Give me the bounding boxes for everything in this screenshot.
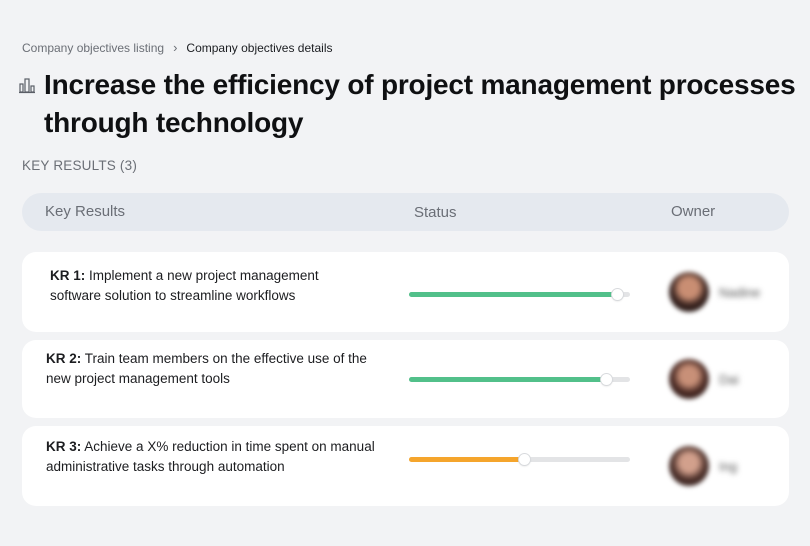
- breadcrumb: Company objectives listing › Company obj…: [22, 40, 333, 55]
- title-block: Increase the efficiency of project manag…: [18, 66, 798, 142]
- key-result-code: KR 1:: [50, 268, 86, 283]
- key-result-row[interactable]: KR 1: Implement a new project management…: [22, 252, 789, 332]
- key-result-description: KR 2: Train team members on the effectiv…: [46, 349, 376, 389]
- owner-name: Nadine: [719, 284, 761, 300]
- owner[interactable]: Dai: [669, 359, 739, 399]
- progress-bar: [409, 289, 630, 300]
- progress-bar: [409, 454, 630, 465]
- progress-fill: [409, 292, 617, 297]
- key-result-text: Implement a new project management softw…: [50, 268, 319, 303]
- column-header-owner: Owner: [671, 203, 716, 220]
- avatar: [669, 272, 709, 312]
- breadcrumb-current: Company objectives details: [186, 40, 333, 55]
- key-results-count-label: KEY RESULTS (3): [22, 158, 138, 173]
- column-header-key-results: Key Results: [45, 203, 126, 220]
- owner[interactable]: Ing: [669, 446, 737, 486]
- progress-bar: [409, 374, 630, 385]
- progress-fill: [409, 457, 524, 462]
- avatar: [669, 359, 709, 399]
- key-result-code: KR 2:: [46, 351, 82, 366]
- progress-handle[interactable]: [518, 454, 530, 465]
- objective-details-page: Company objectives listing › Company obj…: [0, 0, 810, 546]
- key-result-description: KR 1: Implement a new project management…: [50, 266, 350, 306]
- breadcrumb-parent-link[interactable]: Company objectives listing: [22, 41, 164, 55]
- column-header-status: Status: [414, 204, 457, 221]
- owner-name: Dai: [719, 371, 739, 387]
- progress-handle[interactable]: [600, 374, 612, 385]
- key-result-code: KR 3:: [46, 439, 82, 454]
- avatar: [669, 446, 709, 486]
- key-result-row[interactable]: KR 2: Train team members on the effectiv…: [22, 340, 789, 418]
- key-result-row[interactable]: KR 3: Achieve a X% reduction in time spe…: [22, 426, 789, 506]
- progress-fill: [409, 377, 606, 382]
- building-chart-icon: [19, 78, 35, 94]
- key-result-text: Achieve a X% reduction in time spent on …: [46, 439, 375, 474]
- key-result-text: Train team members on the effective use …: [46, 351, 367, 386]
- page-title: Increase the efficiency of project manag…: [44, 69, 796, 138]
- owner-name: Ing: [719, 458, 738, 474]
- key-result-description: KR 3: Achieve a X% reduction in time spe…: [46, 437, 376, 477]
- owner[interactable]: Nadine: [669, 272, 760, 312]
- key-results-table-header: Key Results Status Owner: [22, 193, 789, 231]
- breadcrumb-separator: ›: [173, 40, 178, 55]
- progress-handle[interactable]: [611, 289, 623, 300]
